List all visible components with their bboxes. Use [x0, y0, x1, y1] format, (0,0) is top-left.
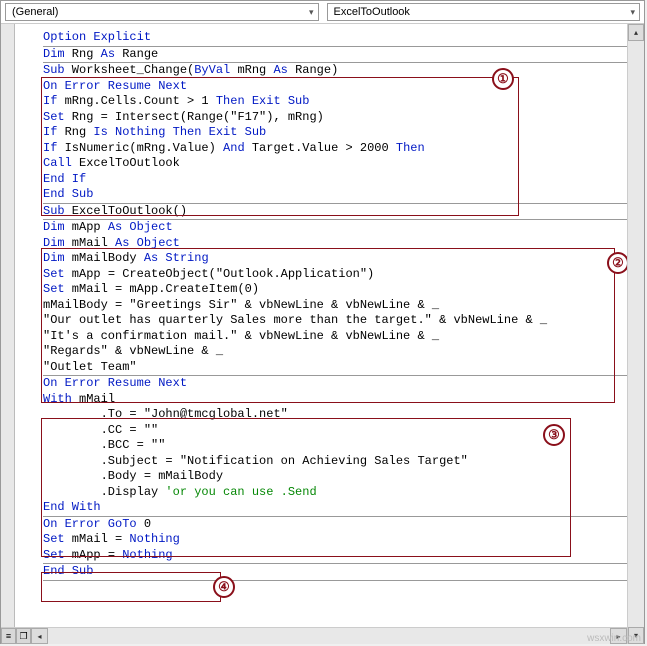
- procedure-view-button[interactable]: ≡: [1, 628, 16, 644]
- horizontal-scrollbar[interactable]: ◂ ▸: [31, 627, 627, 644]
- code-line[interactable]: Dim Rng As Range: [43, 47, 627, 63]
- code-line[interactable]: Set mApp = Nothing: [43, 548, 627, 564]
- code-line[interactable]: Option Explicit: [43, 30, 627, 46]
- dropdown-row: (General) ▾ ExcelToOutlook ▾: [1, 1, 644, 24]
- watermark: wsxwin.com: [587, 633, 641, 644]
- code-line[interactable]: Call ExcelToOutlook: [43, 156, 627, 172]
- procedure-dropdown[interactable]: ExcelToOutlook ▾: [327, 3, 641, 21]
- view-toggle: ≡ ❐: [1, 627, 31, 644]
- code-line[interactable]: If IsNumeric(mRng.Value) And Target.Valu…: [43, 141, 627, 157]
- code-line[interactable]: .BCC = "": [43, 438, 627, 454]
- code-line[interactable]: On Error Resume Next: [43, 376, 627, 392]
- code-line[interactable]: .Display 'or you can use .Send: [43, 485, 627, 501]
- object-dropdown-label: (General): [12, 6, 58, 18]
- scrollbar-track[interactable]: [48, 628, 610, 644]
- code-line[interactable]: "Outlet Team": [43, 360, 627, 376]
- code-line[interactable]: With mMail: [43, 392, 627, 408]
- code-line[interactable]: If mRng.Cells.Count > 1 Then Exit Sub: [43, 94, 627, 110]
- chevron-down-icon: ▾: [630, 7, 635, 18]
- code-line[interactable]: "Our outlet has quarterly Sales more tha…: [43, 313, 627, 329]
- code-pane[interactable]: Option ExplicitDim Rng As RangeSub Works…: [15, 24, 627, 644]
- code-line[interactable]: On Error Resume Next: [43, 79, 627, 95]
- full-view-button[interactable]: ❐: [16, 628, 31, 644]
- code-window: (General) ▾ ExcelToOutlook ▾ Option Expl…: [0, 0, 645, 644]
- margin-gutter: [1, 24, 15, 644]
- code-line[interactable]: "It's a confirmation mail." & vbNewLine …: [43, 329, 627, 345]
- procedure-dropdown-label: ExcelToOutlook: [334, 6, 410, 18]
- code-line[interactable]: If Rng Is Nothing Then Exit Sub: [43, 125, 627, 141]
- annotation-badge-4: ④: [213, 576, 235, 598]
- code-line[interactable]: Dim mApp As Object: [43, 220, 627, 236]
- code-line[interactable]: On Error GoTo 0: [43, 517, 627, 533]
- code-line[interactable]: .To = "John@tmcglobal.net": [43, 407, 627, 423]
- code-line[interactable]: End Sub: [43, 187, 627, 203]
- annotation-badge-1: ①: [492, 68, 514, 90]
- chevron-down-icon: ▾: [309, 7, 314, 18]
- code-line[interactable]: Sub Worksheet_Change(ByVal mRng As Range…: [43, 63, 627, 79]
- code-text[interactable]: Option ExplicitDim Rng As RangeSub Works…: [15, 30, 627, 605]
- code-line[interactable]: .Subject = "Notification on Achieving Sa…: [43, 454, 627, 470]
- code-line[interactable]: "Regards" & vbNewLine & _: [43, 344, 627, 360]
- annotation-badge-3: ③: [543, 424, 565, 446]
- code-line[interactable]: Set Rng = Intersect(Range("F17"), mRng): [43, 110, 627, 126]
- vertical-scrollbar[interactable]: ▴ ▾: [627, 24, 644, 644]
- code-line[interactable]: End Sub: [43, 564, 627, 580]
- code-line[interactable]: End With: [43, 500, 627, 516]
- code-line[interactable]: Set mMail = mApp.CreateItem(0): [43, 282, 627, 298]
- code-line[interactable]: Sub ExcelToOutlook(): [43, 204, 627, 220]
- object-dropdown[interactable]: (General) ▾: [5, 3, 319, 21]
- code-outer: Option ExplicitDim Rng As RangeSub Works…: [1, 24, 644, 644]
- code-line[interactable]: Set mMail = Nothing: [43, 532, 627, 548]
- code-line[interactable]: .Body = mMailBody: [43, 469, 627, 485]
- code-line[interactable]: mMailBody = "Greetings Sir" & vbNewLine …: [43, 298, 627, 314]
- code-line[interactable]: Dim mMail As Object: [43, 236, 627, 252]
- code-line[interactable]: .CC = "": [43, 423, 627, 439]
- code-line[interactable]: Set mApp = CreateObject("Outlook.Applica…: [43, 267, 627, 283]
- code-line[interactable]: Dim mMailBody As String: [43, 251, 627, 267]
- code-line[interactable]: End If: [43, 172, 627, 188]
- scroll-up-arrow-icon[interactable]: ▴: [628, 24, 644, 41]
- annotation-badge-2: ②: [607, 252, 627, 274]
- scroll-left-arrow-icon[interactable]: ◂: [31, 628, 48, 644]
